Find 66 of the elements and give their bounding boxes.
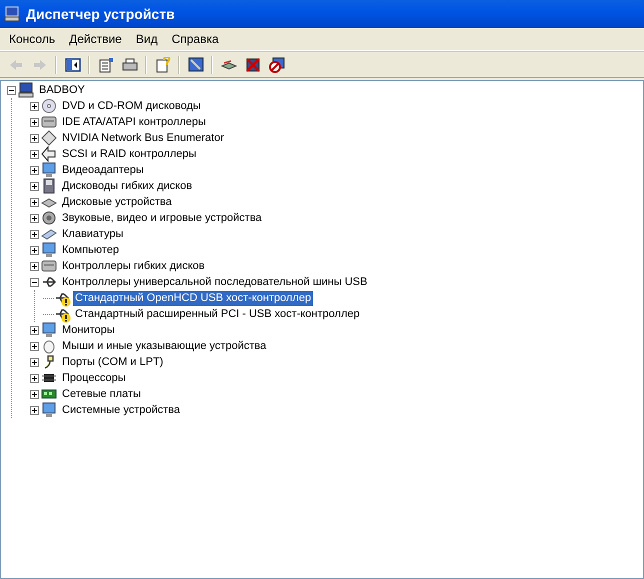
properties-icon [98,56,114,72]
tree-item[interactable]: Системные устройства [60,402,182,418]
device-icon [41,322,57,338]
collapse-toggle[interactable] [30,278,39,286]
printer-icon [122,56,138,72]
expand-toggle[interactable] [30,230,39,238]
device-icon [41,402,57,418]
expand-toggle[interactable] [30,246,39,254]
device-icon [41,114,57,130]
window-title: Диспетчер устройств [26,6,175,22]
tree-item[interactable]: Стандартный расширенный PCI - USB хост-контроллер [73,306,362,322]
tree-item[interactable]: Контроллеры гибких дисков [60,258,207,274]
panel-icon [64,56,80,72]
tree-item[interactable]: Дисковые устройства [60,194,174,210]
menu-item[interactable]: Действие [62,32,129,46]
tree-item[interactable]: Видеоадаптеры [60,162,146,178]
expand-toggle[interactable] [30,118,39,126]
device-icon [41,210,57,226]
collapse-toggle[interactable] [7,86,16,94]
expand-toggle[interactable] [30,150,39,158]
menu-item[interactable]: Справка [164,32,226,46]
tree-item[interactable]: BADBOY [37,82,87,98]
device-icon [41,178,57,194]
tree-item[interactable]: Компьютер [60,242,121,258]
menu-item[interactable]: Консоль [2,32,62,46]
tree-item[interactable]: Звуковые, видео и игровые устройства [60,210,264,226]
tree-item[interactable]: Клавиатуры [60,226,126,242]
help-icon [154,56,170,72]
expand-toggle[interactable] [30,406,39,414]
expand-toggle[interactable] [30,214,39,222]
expand-toggle[interactable] [30,326,39,334]
tree-item[interactable]: SCSI и RAID контроллеры [60,146,198,162]
tree-item[interactable]: Порты (COM и LPT) [60,354,166,370]
tree-item[interactable]: Контроллеры универсальной последовательной шины USB [60,274,370,290]
expand-toggle[interactable] [30,198,39,206]
expand-toggle[interactable] [30,102,39,110]
tree-item[interactable]: Процессоры [60,370,128,386]
tree-item[interactable]: DVD и CD-ROM дисководы [60,98,203,114]
cross-icon [244,56,260,72]
tree-item[interactable]: Дисководы гибких дисков [60,178,194,194]
menu-item[interactable]: Вид [128,32,165,46]
tree-item[interactable]: Сетевые платы [60,386,143,402]
expand-toggle[interactable] [30,390,39,398]
tree-item[interactable]: Мыши и иные указывающие устройства [60,338,268,354]
device-icon [41,98,57,114]
device-icon [41,162,57,178]
device-icon [41,146,57,162]
expand-toggle[interactable] [30,342,39,350]
device-icon [41,338,57,354]
device-icon [41,258,57,274]
device-icon [41,242,57,258]
tree-item[interactable]: Стандартный OpenHCD USB хост-контроллер [73,290,314,306]
expand-toggle[interactable] [30,374,39,382]
device-icon [18,82,34,98]
tree-item[interactable]: Мониторы [60,322,117,338]
expand-toggle[interactable] [30,262,39,270]
device-icon [41,130,57,146]
expand-toggle[interactable] [30,134,39,142]
computer-icon [4,6,20,22]
expand-toggle[interactable] [30,182,39,190]
prohibited-icon [268,56,284,72]
monitor-icon [188,56,204,72]
expand-toggle[interactable] [30,358,39,366]
expand-toggle[interactable] [30,166,39,174]
tree-item[interactable]: NVIDIA Network Bus Enumerator [60,130,226,146]
tree-item[interactable]: IDE ATA/ATAPI контроллеры [60,114,208,130]
